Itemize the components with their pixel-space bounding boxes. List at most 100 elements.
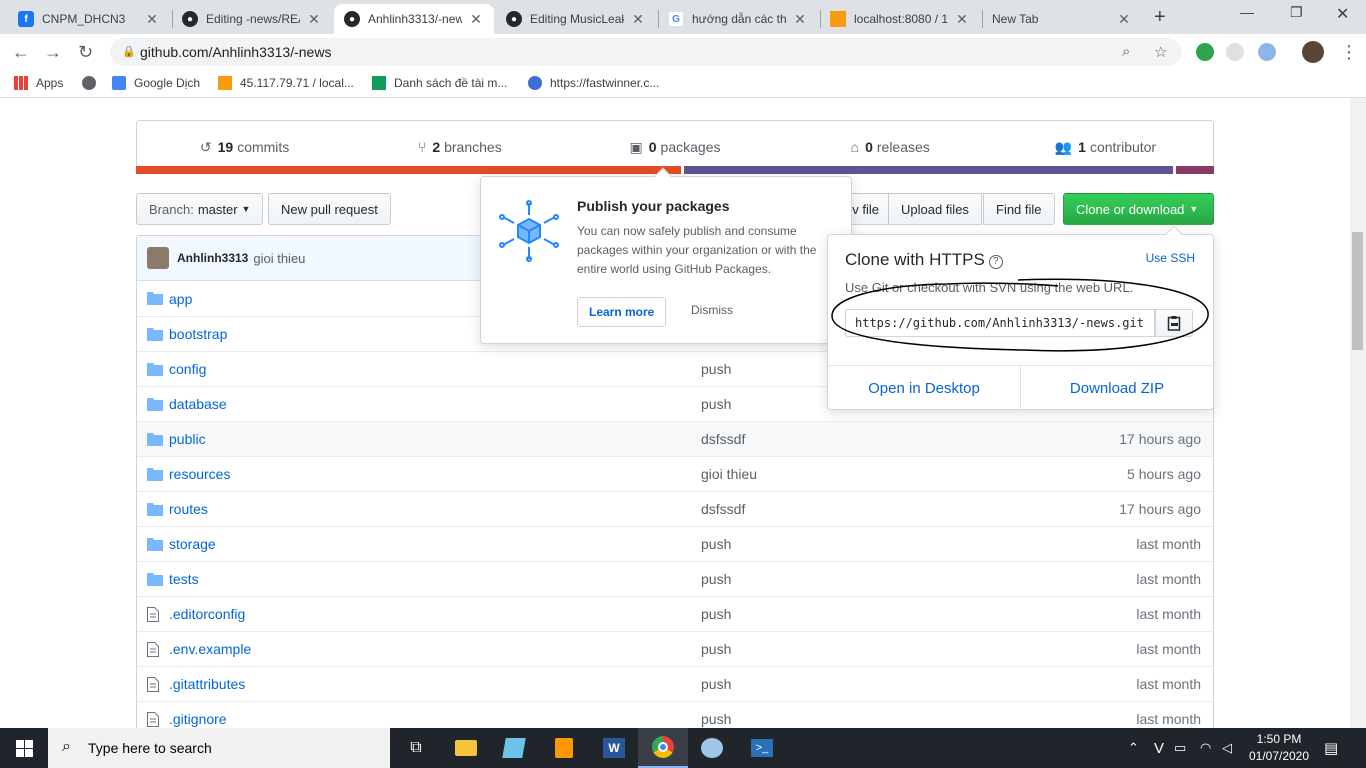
- tab-google-search[interactable]: G hướng dẫn các tha ✕: [658, 4, 818, 34]
- download-zip-button[interactable]: Download ZIP: [1021, 366, 1213, 410]
- file-explorer-icon[interactable]: [452, 734, 480, 762]
- file-commit-message[interactable]: push: [701, 676, 731, 692]
- wifi-icon[interactable]: ◠: [1200, 728, 1211, 768]
- globe-bookmark[interactable]: [82, 76, 104, 90]
- close-tab-icon[interactable]: ✕: [792, 11, 808, 28]
- phpmyadmin-icon: [218, 76, 232, 90]
- find-file-button[interactable]: Find file: [983, 193, 1055, 225]
- zoom-icon[interactable]: ⌕: [1122, 43, 1130, 60]
- dismiss-button[interactable]: Dismiss: [691, 303, 733, 317]
- file-name-link[interactable]: routes: [169, 501, 208, 517]
- reload-icon[interactable]: ↻: [78, 42, 93, 63]
- close-tab-icon[interactable]: ✕: [144, 11, 160, 28]
- bookmark-danh-sach[interactable]: Danh sách đề tài m...: [372, 76, 507, 90]
- commit-author[interactable]: Anhlinh3313: [177, 251, 248, 265]
- close-tab-icon[interactable]: ✕: [306, 11, 322, 28]
- file-name-link[interactable]: .editorconfig: [169, 606, 245, 622]
- close-tab-icon[interactable]: ✕: [630, 11, 646, 28]
- extension-icon[interactable]: [1258, 43, 1276, 61]
- learn-more-button[interactable]: Learn more: [577, 297, 667, 327]
- branch-select-button[interactable]: Branch: master ▼: [136, 193, 264, 225]
- language-bar[interactable]: [136, 166, 1214, 174]
- file-commit-message[interactable]: gioi thieu: [701, 466, 757, 482]
- js-extension-icon[interactable]: [1226, 43, 1244, 61]
- close-tab-icon[interactable]: ✕: [1116, 11, 1132, 28]
- adblock-extension-icon[interactable]: [1196, 43, 1214, 61]
- menu-kebab-icon[interactable]: ⋮: [1340, 42, 1358, 63]
- file-name-link[interactable]: tests: [169, 571, 199, 587]
- bookmark-apps[interactable]: Apps: [14, 76, 63, 90]
- file-name-link[interactable]: app: [169, 291, 192, 307]
- file-name-link[interactable]: database: [169, 396, 227, 412]
- author-avatar[interactable]: [147, 247, 169, 269]
- file-name-link[interactable]: .gitignore: [169, 711, 227, 727]
- address-bar[interactable]: 🔒 github.com/Anhlinh3313/-news ⌕ ☆: [110, 38, 1182, 66]
- tab-editing-musicleak[interactable]: ● Editing MusicLeak ✕: [496, 4, 656, 34]
- tab-anhlinh-news[interactable]: ● Anhlinh3313/-new ✕: [334, 4, 494, 34]
- volume-icon[interactable]: ◁: [1222, 728, 1232, 768]
- forward-icon[interactable]: →: [44, 42, 62, 63]
- file-name-link[interactable]: public: [169, 431, 206, 447]
- notepad-app-icon[interactable]: [500, 734, 528, 762]
- file-commit-message[interactable]: push: [701, 361, 731, 377]
- bookmark-star-icon[interactable]: ☆: [1154, 43, 1167, 61]
- bookmark-localhost-ip[interactable]: 45.117.79.71 / local...: [218, 76, 354, 90]
- commit-message[interactable]: gioi thieu: [253, 251, 305, 266]
- bookmark-fastwinner[interactable]: https://fastwinner.c...: [528, 76, 659, 90]
- windows-start-icon[interactable]: [16, 740, 33, 757]
- tab-new-tab[interactable]: New Tab ✕: [982, 4, 1142, 34]
- profile-avatar[interactable]: [1302, 41, 1324, 63]
- tab-cnpm[interactable]: f CNPM_DHCN3 ✕: [8, 4, 170, 34]
- file-name-link[interactable]: .env.example: [169, 641, 251, 657]
- file-name-link[interactable]: config: [169, 361, 206, 377]
- close-window-icon[interactable]: ✕: [1336, 4, 1349, 24]
- tab-localhost[interactable]: localhost:8080 / 1: ✕: [820, 4, 980, 34]
- file-commit-message[interactable]: push: [701, 641, 731, 657]
- bookmark-google-dich[interactable]: Google Dịch: [112, 76, 200, 90]
- close-tab-icon[interactable]: ✕: [954, 11, 970, 28]
- maximize-icon[interactable]: ❐: [1290, 4, 1303, 21]
- clone-or-download-button[interactable]: Clone or download ▼: [1063, 193, 1214, 225]
- taskbar-search-input[interactable]: ⌕ Type here to search: [48, 728, 390, 768]
- taskbar-clock[interactable]: 1:50 PM 01/07/2020: [1240, 731, 1318, 765]
- file-name-link[interactable]: storage: [169, 536, 216, 552]
- new-pull-request-button[interactable]: New pull request: [268, 193, 391, 225]
- file-name-link[interactable]: bootstrap: [169, 326, 227, 342]
- sublime-text-icon[interactable]: [550, 734, 578, 762]
- notifications-icon[interactable]: ▤: [1324, 728, 1338, 768]
- show-hidden-icons[interactable]: ⌃: [1128, 728, 1139, 768]
- file-commit-message[interactable]: push: [701, 606, 731, 622]
- minimize-icon[interactable]: —: [1240, 4, 1254, 20]
- file-commit-message[interactable]: push: [701, 571, 731, 587]
- upload-files-button[interactable]: Upload files: [888, 193, 982, 225]
- tab-editing-news[interactable]: ● Editing -news/REA ✕: [172, 4, 332, 34]
- summary-count: 0: [648, 139, 657, 155]
- file-commit-message[interactable]: push: [701, 711, 731, 727]
- summary-count: 2: [432, 139, 441, 155]
- close-tab-icon[interactable]: ✕: [468, 11, 484, 28]
- file-commit-message[interactable]: push: [701, 536, 731, 552]
- file-name-link[interactable]: .gitattributes: [169, 676, 245, 692]
- word-icon[interactable]: W: [600, 734, 628, 762]
- use-ssh-link[interactable]: Use SSH: [1146, 251, 1195, 265]
- chrome-taskbar-icon[interactable]: [638, 728, 688, 768]
- file-age: last month: [1136, 571, 1201, 587]
- back-icon[interactable]: ←: [12, 42, 30, 63]
- paint-icon[interactable]: [698, 734, 726, 762]
- file-row: .editorconfig push last month: [137, 596, 1213, 631]
- open-in-desktop-button[interactable]: Open in Desktop: [828, 366, 1021, 410]
- ime-indicator[interactable]: V: [1154, 728, 1164, 768]
- help-icon[interactable]: ?: [988, 255, 1003, 269]
- file-icon: [147, 607, 163, 622]
- file-row: resources gioi thieu 5 hours ago: [137, 456, 1213, 491]
- powershell-icon[interactable]: >_: [748, 734, 776, 762]
- new-tab-button[interactable]: +: [1154, 6, 1166, 29]
- battery-icon[interactable]: ▭: [1174, 728, 1186, 768]
- scrollbar-thumb[interactable]: [1352, 232, 1363, 350]
- file-commit-message[interactable]: dsfssdf: [701, 501, 745, 517]
- page-scrollbar[interactable]: [1350, 98, 1366, 728]
- file-commit-message[interactable]: push: [701, 396, 731, 412]
- file-name-link[interactable]: resources: [169, 466, 230, 482]
- file-commit-message[interactable]: dsfssdf: [701, 431, 745, 447]
- task-view-icon[interactable]: ⧉: [402, 734, 430, 762]
